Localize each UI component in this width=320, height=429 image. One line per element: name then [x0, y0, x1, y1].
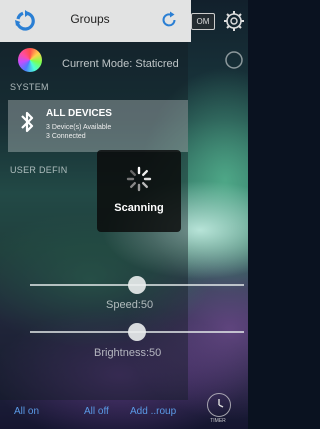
timer-button[interactable] — [207, 393, 231, 417]
scanning-label: Scanning — [114, 202, 164, 214]
all-devices-title: ALL DEVICES — [46, 108, 112, 119]
add-group-button[interactable]: Add ..roup — [130, 406, 176, 417]
refresh-icon[interactable] — [160, 11, 178, 29]
settings-gear-icon[interactable] — [223, 10, 245, 32]
refresh-groups-icon[interactable] — [14, 10, 36, 32]
user-defined-section-label: USER DEFIN — [10, 165, 68, 175]
system-section-label: SYSTEM — [10, 82, 49, 92]
timer-label: TIMER — [210, 418, 226, 424]
spinner-icon — [126, 166, 152, 192]
all-off-button[interactable]: All off — [84, 406, 109, 417]
scanning-dialog: Scanning — [97, 150, 181, 232]
timer-icon — [218, 399, 224, 408]
mode-button[interactable]: OM — [191, 13, 215, 30]
brightness-slider-thumb[interactable] — [128, 323, 146, 341]
speed-caption: Speed:50 — [106, 299, 154, 311]
app-screen: Groups OM Current Mode: Staticred SYSTEM… — [0, 0, 248, 429]
page-title: Groups — [70, 12, 110, 26]
top-bar: Groups — [0, 0, 191, 42]
all-on-button[interactable]: All on — [14, 406, 39, 417]
brightness-caption: Brightness:50 — [94, 347, 162, 359]
color-wheel-icon[interactable] — [18, 48, 42, 72]
power-ring-icon[interactable] — [224, 50, 244, 70]
current-mode-text: Current Mode: Staticred — [62, 58, 179, 70]
speed-slider-thumb[interactable] — [128, 276, 146, 294]
devices-available-text: 3 Device(s) Available — [46, 124, 112, 131]
devices-connected-text: 3 Connected — [46, 133, 86, 140]
bluetooth-icon — [21, 111, 34, 133]
